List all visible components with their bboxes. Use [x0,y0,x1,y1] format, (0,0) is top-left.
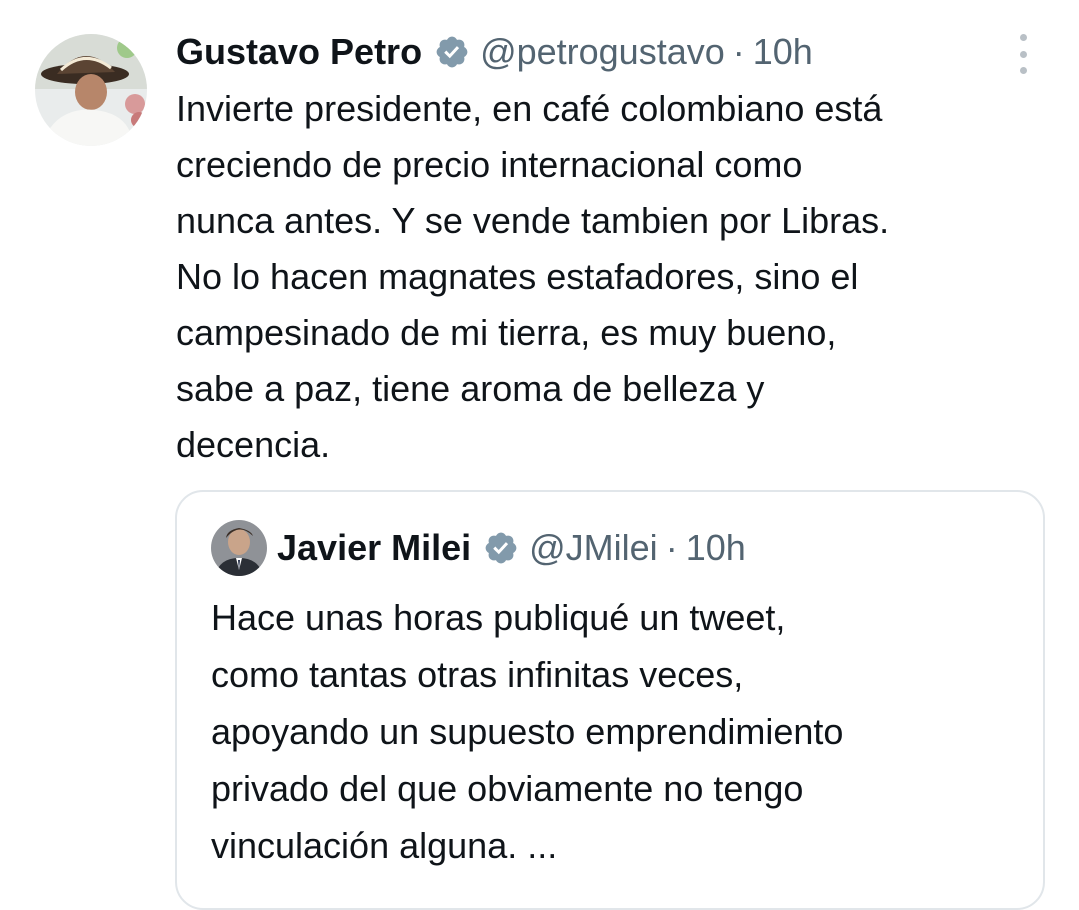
quoted-text-line: como tantas otras infinitas veces, [211,654,744,695]
quoted-text-line: privado del que obviamente no tengo [211,768,804,809]
verified-badge-icon [434,34,470,70]
tweet-text-line: No lo hacen magnates estafadores, sino e… [176,256,859,297]
quoted-text-line: apoyando un supuesto emprendimiento [211,711,844,752]
quoted-tweet-text: Hace unas horas publiqué un tweet, como … [211,589,1031,874]
quoted-author-name[interactable]: Javier Milei [277,527,471,569]
author-handle[interactable]: @petrogustavo [480,31,725,73]
quoted-author-handle[interactable]: @JMilei [529,527,658,569]
quoted-tweet-card[interactable]: Javier Milei @JMilei · 10h Hace unas hor… [175,490,1045,910]
tweet-text-line: creciendo de precio internacional como [176,144,803,185]
quoted-avatar-photo [211,520,267,576]
quoted-timestamp[interactable]: 10h [686,527,746,569]
tweet-text-line: nunca antes. Y se vende tambien por Libr… [176,200,890,241]
tweet-header: Gustavo Petro @petrogustavo · 10h [176,26,813,78]
tweet-text-line: decencia. [176,424,331,465]
author-name[interactable]: Gustavo Petro [176,31,422,73]
avatar-photo [35,34,147,146]
tweet-text-line: campesinado de mi tierra, es muy bueno, [176,312,837,353]
verified-badge-icon [483,530,519,566]
tweet-text-line: Invierte presidente, en café colombiano … [176,88,883,129]
quoted-text-line: vinculación alguna. ... [211,825,558,866]
avatar[interactable] [35,34,147,146]
tweet-text: Invierte presidente, en café colombiano … [176,81,1056,473]
more-vertical-icon[interactable] [1008,34,1038,74]
quoted-text-line: Hace unas horas publiqué un tweet, [211,597,786,638]
quoted-tweet-header: Javier Milei @JMilei · 10h [277,522,746,574]
separator-dot: · [665,527,678,568]
timestamp[interactable]: 10h [753,31,813,73]
quoted-avatar[interactable] [211,520,267,576]
separator-dot: · [732,31,745,72]
tweet[interactable]: Gustavo Petro @petrogustavo · 10h Invier… [0,0,1079,910]
tweet-text-line: sabe a paz, tiene aroma de belleza y [176,368,765,409]
